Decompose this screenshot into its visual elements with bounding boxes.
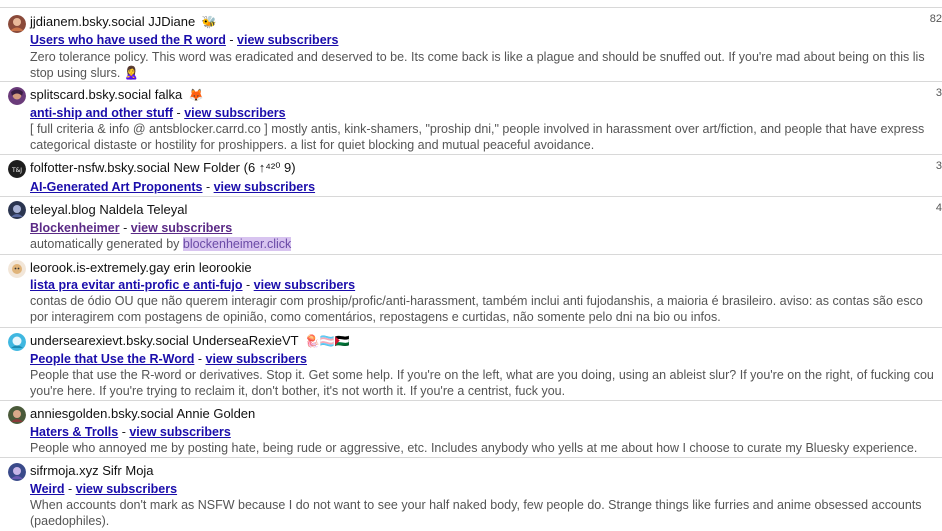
view-subscribers-link[interactable]: view subscribers [206,352,307,366]
list-title-link[interactable]: AI-Generated Art Proponents [30,180,202,194]
list-title-link[interactable]: Users who have used the R word [30,33,226,47]
description-line: When accounts don't mark as NSFW because… [30,498,922,512]
list-item: jjdianem.bsky.social JJDiane 🐝 Users who… [0,7,942,81]
list-item: leorook.is-extremely.gay erin leorookie … [0,254,942,327]
author-display-name: UnderseaRexieVT [192,333,299,348]
author-line: anniesgolden.bsky.social Annie Golden [30,406,255,422]
author-line: teleyal.blog Naldela Teleyal [30,202,187,218]
list-links: Blockenheimer - view subscribers [30,220,232,236]
author-handle[interactable]: teleyal.blog [30,202,96,217]
author-handle[interactable]: leorook.is-extremely.gay [30,260,170,275]
description-line: [ full criteria & info @ antsblocker.car… [30,122,925,136]
subscriber-count: 82 [929,13,942,25]
author-handle[interactable]: anniesgolden.bsky.social [30,406,174,421]
description-line: por interagirem com postagens de opinião… [30,310,721,325]
author-display-name: Naldela Teleyal [99,202,188,217]
description-line: Zero tolerance policy. This word was era… [30,50,925,64]
view-subscribers-link[interactable]: view subscribers [129,425,230,439]
view-subscribers-link[interactable]: view subscribers [254,278,355,292]
author-line: sifrmoja.xyz Sifr Moja [30,463,154,479]
highlighted-link[interactable]: blockenheimer.click [182,237,292,251]
list-title-link[interactable]: anti-ship and other stuff [30,106,173,120]
list-item: teleyal.blog Naldela Teleyal Blockenheim… [0,196,942,254]
view-subscribers-link[interactable]: view subscribers [131,221,232,235]
separator: - [246,278,254,292]
list-links: People that Use the R-Word - view subscr… [30,351,307,367]
svg-text:T&J: T&J [11,167,22,174]
separator: - [197,352,206,366]
view-subscribers-link[interactable]: view subscribers [237,33,338,47]
avatar[interactable] [8,406,26,424]
list-description: automatically generated by blockenheimer… [30,236,942,252]
fox-emoji: 🦊 [188,88,204,102]
avatar[interactable] [8,87,26,105]
subscriber-count: 4 [935,202,942,214]
list-description: When accounts don't mark as NSFW because… [30,497,942,530]
author-display-name: erin leorookie [173,260,252,275]
avatar[interactable]: T&J [8,160,26,178]
author-handle[interactable]: undersearexievt.bsky.social [30,333,189,348]
list-item: anniesgolden.bsky.social Annie Golden Ha… [0,400,942,457]
avatar[interactable] [8,15,26,33]
separator: - [205,180,214,194]
author-display-name: JJDiane [148,14,196,29]
subscriber-count: 3 [935,87,942,99]
author-line: undersearexievt.bsky.social UnderseaRexi… [30,333,350,349]
separator: - [229,33,238,47]
list-description: contas de ódio OU que não querem interag… [30,293,942,326]
author-display-name: Annie Golden [176,406,256,421]
separator: - [123,221,131,235]
list-title-link[interactable]: lista pra evitar anti-profic e anti-fujo [30,278,243,292]
author-handle[interactable]: jjdianem.bsky.social [30,14,145,29]
list-title-link[interactable]: Haters & Trolls [30,425,118,439]
list-item: T&J folfotter-nsfw.bsky.social New Folde… [0,154,942,196]
author-handle[interactable]: sifrmoja.xyz [30,463,99,478]
list-description: People that use the R-word or derivative… [30,367,942,400]
author-line: folfotter-nsfw.bsky.social New Folder (6… [30,160,296,176]
list-title-link[interactable]: Blockenheimer [30,221,120,235]
list-links: lista pra evitar anti-profic e anti-fujo… [30,277,355,293]
description-text: automatically generated by [30,237,183,251]
author-line: splitscard.bsky.social falka 🦊 [30,87,204,103]
flags-emoji: 🪼🏳️‍⚧️🇵🇸 [304,334,350,348]
list-description: People who annoyed me by posting hate, b… [30,440,942,456]
list-links: Haters & Trolls - view subscribers [30,424,231,440]
avatar[interactable] [8,260,26,278]
list-description: [ full criteria & info @ antsblocker.car… [30,121,942,154]
description-line: you're here. If you're trying to reclaim… [30,384,566,399]
list-item: sifrmoja.xyz Sifr Moja Weird - view subs… [0,457,942,531]
list-links: Users who have used the R word - view su… [30,32,338,48]
author-display-name: Sifr Moja [102,463,154,478]
view-subscribers-link[interactable]: view subscribers [184,106,285,120]
author-display-name: falka [154,87,183,102]
author-display-name: New Folder (6 ↑⁴²⁰ 9) [173,160,296,175]
description-line: contas de ódio OU que não querem interag… [30,294,923,308]
avatar[interactable] [8,333,26,351]
author-handle[interactable]: folfotter-nsfw.bsky.social [30,160,170,175]
avatar[interactable] [8,201,26,219]
view-subscribers-link[interactable]: view subscribers [76,482,177,496]
list-item: undersearexievt.bsky.social UnderseaRexi… [0,327,942,400]
description-line: (paedophiles). [30,514,110,529]
list-links: AI-Generated Art Proponents - view subsc… [30,179,315,195]
list-item: splitscard.bsky.social falka 🦊 anti-ship… [0,81,942,154]
description-line: People who annoyed me by posting hate, b… [30,441,918,455]
subscriber-count: 3 [935,160,942,172]
list-title-link[interactable]: Weird [30,482,65,496]
view-subscribers-link[interactable]: view subscribers [214,180,315,194]
separator: - [67,482,76,496]
list-links: anti-ship and other stuff - view subscri… [30,105,286,121]
author-line: leorook.is-extremely.gay erin leorookie [30,260,252,276]
description-line: People that use the R-word or derivative… [30,368,934,382]
description-line: categorical distaste or hostility for pr… [30,138,595,153]
bee-emoji: 🐝 [201,15,217,29]
author-line: jjdianem.bsky.social JJDiane 🐝 [30,14,217,30]
list-links: Weird - view subscribers [30,481,177,497]
moderation-list-results: jjdianem.bsky.social JJDiane 🐝 Users who… [0,0,942,531]
description-line: stop using slurs. 🙎‍♀️ [30,66,140,81]
list-description: Zero tolerance policy. This word was era… [30,49,942,82]
author-handle[interactable]: splitscard.bsky.social [30,87,151,102]
list-title-link[interactable]: People that Use the R-Word [30,352,194,366]
avatar[interactable] [8,463,26,481]
